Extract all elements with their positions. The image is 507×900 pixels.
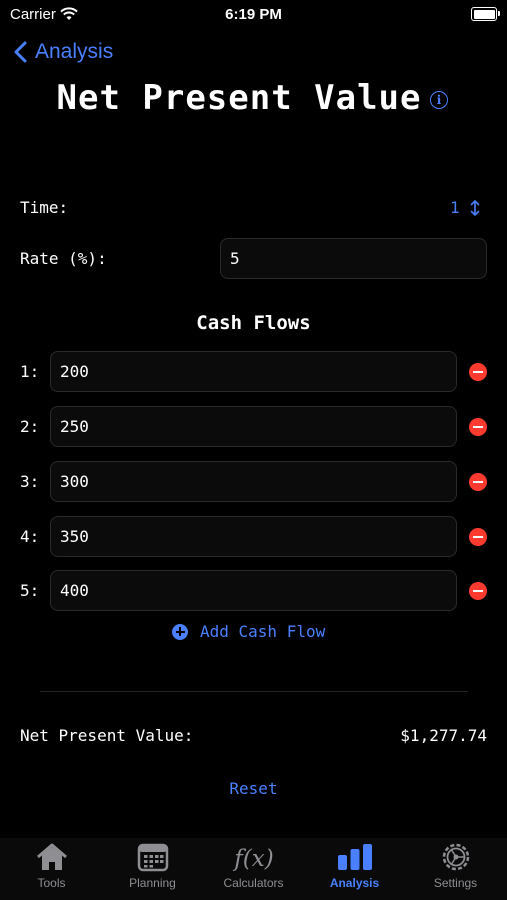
battery-icon	[471, 7, 500, 21]
cash-flow-input-4[interactable]	[50, 516, 457, 557]
tab-label: Planning	[129, 876, 176, 890]
tab-label: Calculators	[223, 876, 284, 890]
house-icon	[36, 843, 67, 870]
back-button[interactable]: Analysis	[14, 38, 113, 66]
up-down-arrows-icon	[470, 199, 479, 216]
tab-label: Settings	[433, 876, 478, 890]
remove-cash-flow-4-icon[interactable]	[469, 528, 487, 546]
bar-chart-icon	[337, 844, 372, 870]
reset-button[interactable]: Reset	[0, 779, 507, 798]
svg-text:f(x): f(x)	[232, 846, 273, 872]
tab-tools[interactable]: Tools	[1, 842, 102, 890]
cash-flow-input-5[interactable]	[50, 570, 457, 611]
divider	[40, 691, 468, 692]
chevron-left-icon	[14, 41, 27, 63]
tab-planning[interactable]: Planning	[102, 842, 203, 890]
time-stepper[interactable]: 1	[450, 198, 480, 217]
status-bar: Carrier 6:19 PM	[0, 0, 507, 30]
remove-cash-flow-3-icon[interactable]	[469, 473, 487, 491]
remove-cash-flow-1-icon[interactable]	[469, 363, 487, 381]
cash-flow-input-1[interactable]	[50, 351, 457, 392]
remove-cash-flow-5-icon[interactable]	[469, 582, 487, 600]
add-cash-flow-button[interactable]: Add Cash Flow	[172, 622, 325, 641]
tab-settings[interactable]: Settings	[405, 842, 506, 890]
rate-input[interactable]	[220, 238, 487, 279]
cash-flow-index: 1:	[20, 362, 40, 381]
rate-label: Rate (%):	[20, 249, 107, 268]
gear-icon	[442, 843, 469, 871]
info-icon[interactable]: i	[430, 91, 448, 109]
time-value: 1	[450, 198, 460, 217]
cash-flow-index: 2:	[20, 417, 40, 436]
cash-flow-input-2[interactable]	[50, 406, 457, 447]
tab-analysis[interactable]: Analysis	[304, 842, 405, 890]
cash-flow-input-3[interactable]	[50, 461, 457, 502]
calendar-icon	[137, 843, 168, 872]
cash-flow-index: 3:	[20, 472, 40, 491]
time-label: Time:	[20, 198, 69, 217]
page-title: Net Present Value	[56, 78, 422, 118]
cash-flows-heading: Cash Flows	[196, 312, 311, 334]
back-label: Analysis	[35, 40, 114, 63]
cash-flow-index: 4:	[20, 527, 40, 546]
tab-label: Analysis	[329, 876, 380, 890]
add-cash-flow-label: Add Cash Flow	[200, 622, 326, 641]
tab-label: Tools	[37, 876, 66, 890]
function-icon: f(x)	[232, 846, 273, 872]
npv-value: $1,277.74	[400, 726, 487, 745]
npv-label: Net Present Value:	[20, 726, 194, 745]
status-time: 6:19 PM	[225, 6, 282, 23]
plus-circle-icon	[172, 623, 188, 640]
tab-calculators[interactable]: f(x) Calculators	[203, 842, 304, 890]
remove-cash-flow-2-icon[interactable]	[469, 418, 487, 436]
cash-flow-index: 5:	[20, 581, 40, 600]
